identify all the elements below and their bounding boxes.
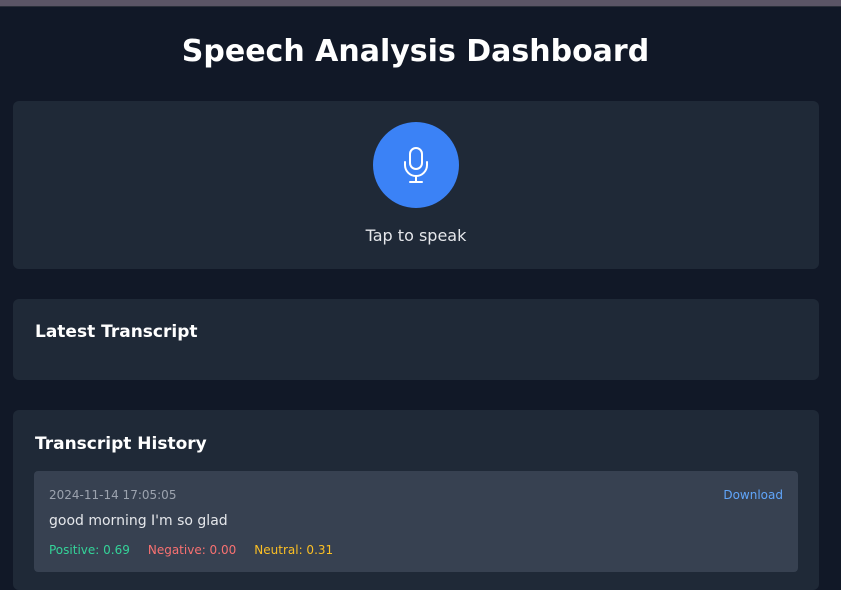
record-button[interactable]: [373, 122, 459, 208]
transcript-history-heading: Transcript History: [35, 434, 207, 454]
entry-timestamp: 2024-11-14 17:05:05: [49, 488, 177, 502]
transcript-history-card: Transcript History 2024-11-14 17:05:05 D…: [13, 410, 819, 590]
entry-transcript-text: good morning I'm so glad: [49, 513, 228, 529]
latest-transcript-heading: Latest Transcript: [35, 322, 198, 342]
positive-score: Positive: 0.69: [49, 543, 130, 557]
sentiment-scores: Positive: 0.69 Negative: 0.00 Neutral: 0…: [49, 543, 333, 557]
download-link[interactable]: Download: [723, 488, 783, 502]
microphone-icon: [404, 147, 428, 183]
recorder-card: Tap to speak: [13, 101, 819, 269]
negative-score: Negative: 0.00: [147, 543, 237, 557]
history-entry: 2024-11-14 17:05:05 Download good mornin…: [34, 471, 798, 572]
page-title: Speech Analysis Dashboard: [181, 34, 650, 69]
record-button-label: Tap to speak: [365, 226, 467, 245]
neutral-score: Neutral: 0.31: [254, 543, 334, 557]
latest-transcript-card: Latest Transcript: [13, 299, 819, 380]
divider: [0, 6, 841, 7]
